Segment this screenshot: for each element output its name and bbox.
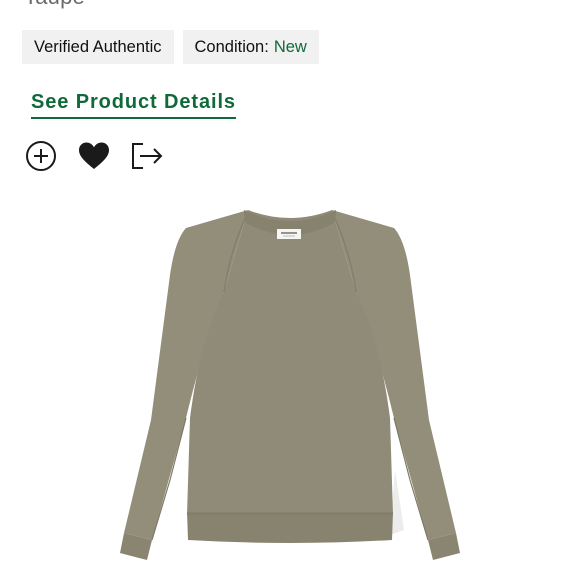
verified-authentic-label: Verified Authentic bbox=[34, 37, 162, 56]
condition-label: Condition: bbox=[194, 37, 269, 56]
product-badges: Verified Authentic Condition: New bbox=[22, 30, 319, 64]
see-product-details-link[interactable]: See Product Details bbox=[31, 91, 236, 119]
heart-icon bbox=[79, 142, 109, 169]
share-exit-icon bbox=[132, 143, 163, 169]
share-button[interactable] bbox=[130, 139, 164, 173]
product-image-sweatshirt bbox=[120, 210, 460, 560]
verified-authentic-badge: Verified Authentic bbox=[22, 30, 174, 64]
condition-badge: Condition: New bbox=[182, 30, 319, 64]
product-page: Taupe Verified Authentic Condition: New … bbox=[0, 0, 580, 580]
add-to-portfolio-button[interactable] bbox=[24, 139, 58, 173]
plus-circle-icon bbox=[26, 141, 56, 171]
favorite-button[interactable] bbox=[77, 139, 111, 173]
condition-value: New bbox=[273, 37, 307, 56]
product-actions bbox=[24, 139, 164, 173]
product-title: Taupe bbox=[24, 0, 85, 10]
